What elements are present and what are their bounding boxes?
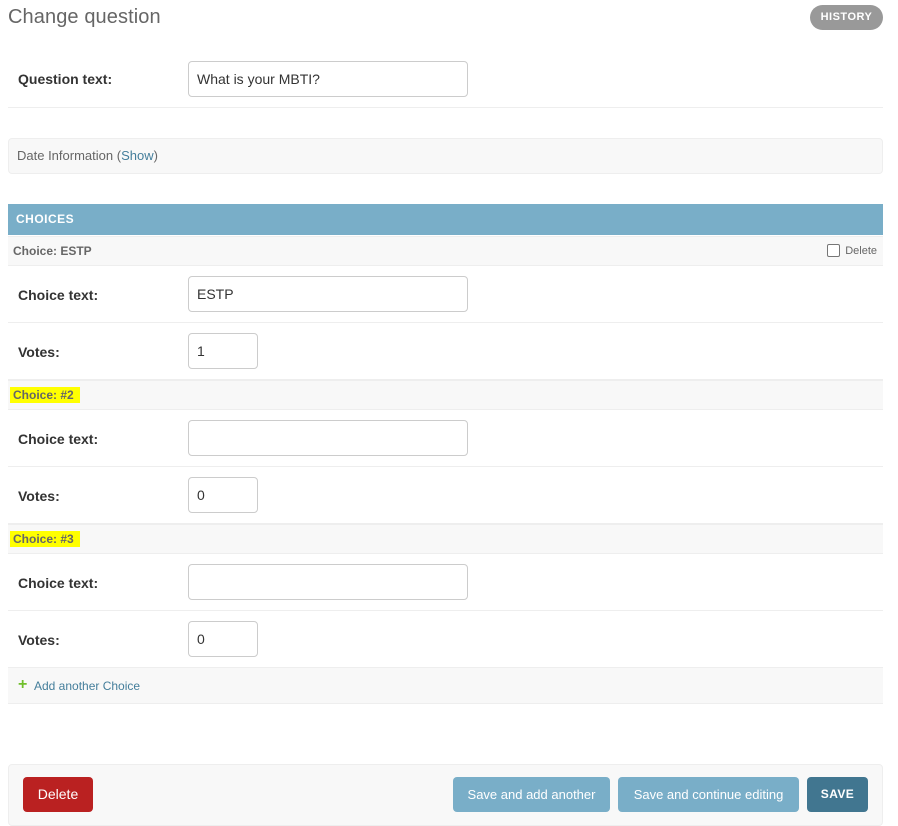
choice-text-label: Choice text:	[18, 431, 99, 447]
show-link[interactable]: Show	[121, 148, 154, 163]
votes-label: Votes:	[18, 632, 60, 648]
choice-1-title: Choice: ESTP	[13, 244, 92, 258]
question-text-row: Question text:	[8, 50, 883, 108]
choice-2-title: Choice: #2	[10, 387, 80, 403]
choice-2-votes-input[interactable]	[188, 477, 258, 513]
save-button[interactable]: SAVE	[807, 777, 868, 812]
delete-checkbox-label: Delete	[845, 244, 877, 257]
choice-2-text-row: Choice text:	[8, 410, 883, 467]
votes-label: Votes:	[18, 344, 60, 360]
choice-text-label: Choice text:	[18, 575, 99, 591]
choice-1-bar: Choice: ESTP Delete	[8, 236, 883, 266]
choice-1-text-row: Choice text:	[8, 266, 883, 323]
date-information-label: Date Information	[17, 148, 114, 163]
page-title: Change question	[8, 6, 161, 28]
delete-button[interactable]: Delete	[23, 777, 93, 812]
choice-1-votes-input[interactable]	[188, 333, 258, 369]
choice-1-delete[interactable]: Delete	[827, 244, 877, 257]
plus-icon[interactable]: +	[18, 677, 27, 693]
votes-label: Votes:	[18, 488, 60, 504]
add-another-choice-link[interactable]: Add another Choice	[34, 679, 140, 693]
choice-1-votes-row: Votes:	[8, 323, 883, 380]
choice-2-votes-row: Votes:	[8, 467, 883, 524]
choice-3-votes-row: Votes:	[8, 611, 883, 668]
choice-2-text-input[interactable]	[188, 420, 468, 456]
save-and-add-another-button[interactable]: Save and add another	[453, 777, 610, 812]
add-another-choice-row: + Add another Choice	[8, 668, 883, 704]
choice-3-votes-input[interactable]	[188, 621, 258, 657]
history-button[interactable]: HISTORY	[810, 5, 883, 30]
choices-header: CHOICES	[8, 204, 883, 235]
choice-3-text-row: Choice text:	[8, 554, 883, 611]
choice-2-bar: Choice: #2	[8, 380, 883, 410]
close-paren: )	[153, 148, 158, 163]
choice-3-text-input[interactable]	[188, 564, 468, 600]
choice-1-text-input[interactable]	[188, 276, 468, 312]
submit-row: Delete Save and add another Save and con…	[8, 764, 883, 826]
choice-3-bar: Choice: #3	[8, 524, 883, 554]
delete-checkbox[interactable]	[827, 244, 841, 257]
question-text-input[interactable]	[188, 61, 468, 97]
choice-3-title: Choice: #3	[10, 531, 80, 547]
choice-text-label: Choice text:	[18, 287, 99, 303]
date-information-fieldset: Date Information (Show)	[8, 138, 883, 174]
question-text-label: Question text:	[18, 71, 113, 87]
save-and-continue-button[interactable]: Save and continue editing	[618, 777, 799, 812]
open-paren: (	[113, 148, 122, 163]
